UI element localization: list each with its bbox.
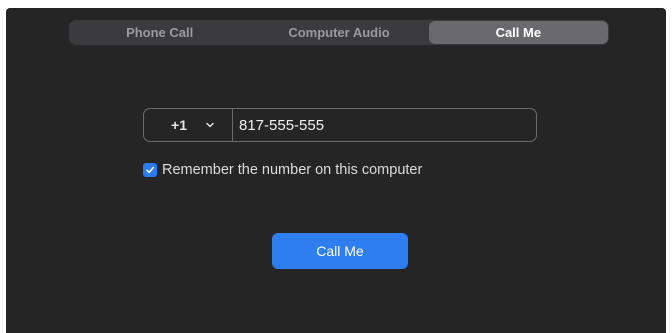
checkmark-icon	[146, 166, 154, 174]
tab-call-me[interactable]: Call Me	[428, 21, 608, 44]
remember-number-option: Remember the number on this computer	[143, 162, 422, 178]
remember-number-checkbox[interactable]	[143, 163, 157, 177]
country-code-dropdown[interactable]: +1	[144, 109, 233, 141]
call-me-button[interactable]: Call Me	[272, 233, 408, 269]
country-code-value: +1	[171, 117, 187, 133]
remember-number-label: Remember the number on this computer	[162, 162, 423, 178]
audio-tab-bar: Phone Call Computer Audio Call Me	[69, 20, 609, 45]
phone-number-input[interactable]	[233, 109, 536, 141]
chevron-down-icon	[205, 120, 215, 130]
phone-number-row: +1	[143, 108, 537, 142]
tab-phone-call[interactable]: Phone Call	[70, 21, 249, 44]
tab-computer-audio[interactable]: Computer Audio	[249, 21, 428, 44]
audio-options-window: Phone Call Computer Audio Call Me +1 Rem…	[6, 8, 666, 333]
